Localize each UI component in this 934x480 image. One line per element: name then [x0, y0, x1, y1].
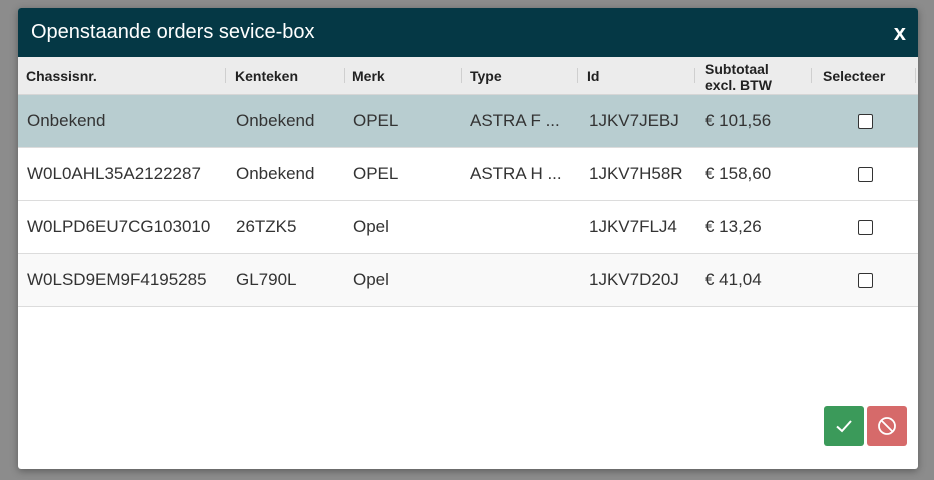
- cell-type: [470, 254, 578, 306]
- cell-subtotaal: € 41,04: [705, 270, 762, 289]
- cell-kenteken: Onbekend: [236, 111, 315, 130]
- table-row[interactable]: W0L0AHL35A2122287 Onbekend OPEL ASTRA H …: [18, 148, 918, 201]
- cell-subtotaal: € 158,60: [705, 164, 772, 183]
- dialog-title: Openstaande orders sevice-box: [31, 21, 315, 43]
- cell-selecteer: [858, 148, 873, 200]
- select-checkbox[interactable]: [858, 166, 873, 182]
- column-header-merk[interactable]: Merk: [352, 57, 462, 94]
- confirm-button[interactable]: [824, 406, 864, 446]
- select-checkbox[interactable]: [858, 219, 873, 235]
- column-header-kenteken[interactable]: Kenteken: [235, 57, 345, 94]
- cell-chassisnr: W0LPD6EU7CG103010: [27, 217, 211, 236]
- cell-type: ASTRA F ...: [470, 111, 560, 130]
- cell-id: 1JKV7H58R: [589, 164, 683, 183]
- ban-icon: [878, 417, 896, 435]
- cell-selecteer: [858, 95, 873, 147]
- cell-chassisnr: Onbekend: [27, 111, 106, 130]
- table-body: Onbekend Onbekend OPEL ASTRA F ... 1JKV7…: [18, 95, 918, 307]
- column-header-type[interactable]: Type: [470, 57, 578, 94]
- column-header-subtotaal-line1: Subtotaal: [705, 60, 769, 77]
- cell-merk: OPEL: [353, 111, 399, 130]
- select-checkbox[interactable]: [858, 113, 873, 129]
- column-header-id[interactable]: Id: [587, 57, 695, 94]
- cell-selecteer: [858, 254, 873, 306]
- cell-kenteken: Onbekend: [236, 164, 315, 183]
- table-row[interactable]: Onbekend Onbekend OPEL ASTRA F ... 1JKV7…: [18, 95, 918, 148]
- cell-selecteer: [858, 201, 873, 253]
- orders-dialog: Openstaande orders sevice-box x Chassisn…: [18, 8, 918, 469]
- checkmark-icon: [836, 420, 852, 433]
- cell-id: 1JKV7JEBJ: [589, 111, 679, 130]
- cell-merk: Opel: [353, 217, 389, 236]
- cell-id: 1JKV7FLJ4: [589, 217, 677, 236]
- cancel-button[interactable]: [867, 406, 907, 446]
- cell-merk: OPEL: [353, 164, 399, 183]
- column-header-chassisnr[interactable]: Chassisnr.: [26, 57, 226, 94]
- cell-subtotaal: € 13,26: [705, 217, 762, 236]
- table-header: Chassisnr. Kenteken Merk Type Id Subtota…: [18, 57, 918, 95]
- select-checkbox[interactable]: [858, 272, 873, 288]
- column-header-subtotaal[interactable]: Subtotaal excl. BTW: [705, 57, 812, 94]
- close-icon[interactable]: x: [894, 21, 906, 44]
- cell-chassisnr: W0LSD9EM9F4195285: [27, 270, 207, 289]
- cell-subtotaal: € 101,56: [705, 111, 772, 130]
- cell-kenteken: 26TZK5: [236, 217, 297, 236]
- cell-chassisnr: W0L0AHL35A2122287: [27, 164, 201, 183]
- cell-id: 1JKV7D20J: [589, 270, 679, 289]
- column-header-selecteer[interactable]: Selecteer: [823, 57, 916, 94]
- cell-merk: Opel: [353, 270, 389, 289]
- column-header-subtotaal-line2: excl. BTW: [705, 76, 772, 93]
- cell-kenteken: GL790L: [236, 270, 297, 289]
- cell-type: [470, 201, 578, 253]
- cell-type: ASTRA H ...: [470, 164, 562, 183]
- dialog-titlebar: Openstaande orders sevice-box x: [18, 8, 918, 57]
- table-row[interactable]: W0LPD6EU7CG103010 26TZK5 Opel 1JKV7FLJ4 …: [18, 201, 918, 254]
- table-row[interactable]: W0LSD9EM9F4195285 GL790L Opel 1JKV7D20J …: [18, 254, 918, 307]
